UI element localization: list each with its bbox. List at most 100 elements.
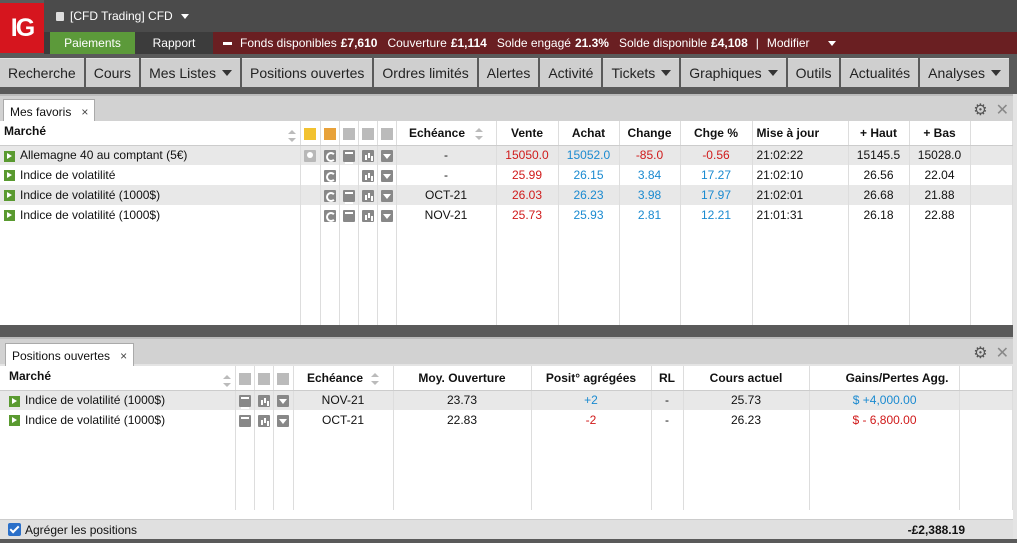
table-row[interactable]: Indice de volatilité (1000$) OCT-21 22.83-… xyxy=(0,410,1013,430)
dropdown-icon[interactable] xyxy=(380,169,393,182)
refresh-icon[interactable] xyxy=(323,209,336,222)
cell-news[interactable] xyxy=(235,390,255,410)
menu-item-0[interactable]: Recherche xyxy=(0,58,84,87)
cell-menu[interactable] xyxy=(377,185,397,205)
cell-bulb[interactable] xyxy=(300,205,321,225)
sort-icon[interactable] xyxy=(287,129,296,142)
menu-item-4[interactable]: Ordres limités xyxy=(374,58,477,87)
col-moy[interactable]: Moy. Ouverture xyxy=(393,366,532,391)
account-selector[interactable]: [CFD Trading] CFD xyxy=(56,9,189,23)
menu-item-3[interactable]: Positions ouvertes xyxy=(241,58,373,87)
cell-chart[interactable] xyxy=(254,410,274,430)
col-rl[interactable]: RL xyxy=(651,366,684,391)
cell-marche[interactable]: Indice de volatilité (1000$) xyxy=(0,410,236,430)
cell-marche[interactable]: Indice de volatilité (1000$) xyxy=(0,390,236,410)
refresh-icon[interactable] xyxy=(323,150,336,163)
menu-item-5[interactable]: Alertes xyxy=(478,58,539,87)
play-icon[interactable] xyxy=(4,210,15,222)
cell-menu[interactable] xyxy=(273,410,294,430)
cell-news[interactable] xyxy=(339,185,359,205)
menu-item-7[interactable]: Tickets xyxy=(603,58,680,87)
cell-chart[interactable] xyxy=(254,390,274,410)
col-haut[interactable]: + Haut xyxy=(848,121,910,146)
cell-achat[interactable]: 15052.0 xyxy=(558,145,620,165)
play-icon[interactable] xyxy=(4,190,15,202)
news-icon[interactable] xyxy=(342,150,355,165)
cell-news[interactable] xyxy=(339,145,359,165)
cell-chart[interactable] xyxy=(358,205,378,225)
cell-marche[interactable]: Indice de volatilité (1000$) xyxy=(0,185,301,205)
col-chart[interactable] xyxy=(358,121,378,146)
cell-vente[interactable]: 25.99 xyxy=(496,165,559,185)
cell-refresh[interactable] xyxy=(320,165,340,185)
chevron-down-icon[interactable] xyxy=(827,40,836,46)
menu-item-1[interactable]: Cours xyxy=(85,58,140,87)
dropdown-icon[interactable] xyxy=(380,189,393,202)
cell-bulb[interactable] xyxy=(300,145,321,165)
cell-chart[interactable] xyxy=(358,185,378,205)
refresh-icon[interactable] xyxy=(323,169,336,182)
col-bulb[interactable] xyxy=(300,121,321,146)
col-menu[interactable] xyxy=(377,121,397,146)
cell-news[interactable] xyxy=(235,410,255,430)
col-gains[interactable]: Gains/Pertes Agg. xyxy=(809,366,960,391)
sort-icon[interactable] xyxy=(222,374,231,387)
table-row[interactable]: Allemagne 40 au comptant (5€) -15050.0 150… xyxy=(0,145,1013,165)
cell-bulb[interactable] xyxy=(300,185,321,205)
cell-marche[interactable]: Indice de volatilité xyxy=(0,165,301,185)
dropdown-icon[interactable] xyxy=(277,414,289,427)
close-icon[interactable]: × xyxy=(120,349,127,363)
play-icon[interactable] xyxy=(9,415,20,427)
gear-icon[interactable]: ⚙ xyxy=(973,343,987,363)
close-panel-icon[interactable]: ✕ xyxy=(996,100,1009,120)
cell-marche[interactable]: Indice de volatilité (1000$) xyxy=(0,205,301,225)
chart-icon[interactable] xyxy=(361,209,374,222)
chart-icon[interactable] xyxy=(361,189,374,202)
chart-icon[interactable] xyxy=(257,414,270,427)
col-chge[interactable]: Chge % xyxy=(680,121,753,146)
col-bas[interactable]: + Bas xyxy=(909,121,971,146)
menu-item-10[interactable]: Actualités xyxy=(841,58,919,87)
dropdown-icon[interactable] xyxy=(380,150,393,163)
cell-refresh[interactable] xyxy=(320,185,340,205)
aggregate-checkbox[interactable] xyxy=(8,523,21,536)
cell-news[interactable] xyxy=(339,165,359,185)
col-achat[interactable]: Achat xyxy=(558,121,620,146)
menu-item-6[interactable]: Activité xyxy=(540,58,602,87)
news-icon[interactable] xyxy=(342,209,355,224)
dropdown-icon[interactable] xyxy=(380,209,393,222)
rapport-button[interactable]: Rapport xyxy=(135,32,213,54)
col-vente[interactable]: Vente xyxy=(496,121,559,146)
close-icon[interactable]: × xyxy=(81,105,88,119)
col-chart[interactable] xyxy=(254,366,274,391)
modifier-link[interactable]: Modifier xyxy=(767,36,810,50)
cell-menu[interactable] xyxy=(377,205,397,225)
cell-achat[interactable]: 26.15 xyxy=(558,165,620,185)
col-marche[interactable]: Marché xyxy=(0,121,301,146)
gear-icon[interactable]: ⚙ xyxy=(973,100,987,120)
menu-item-8[interactable]: Graphiques xyxy=(681,58,786,87)
close-panel-icon[interactable]: ✕ xyxy=(996,343,1009,363)
cell-menu[interactable] xyxy=(377,165,397,185)
menu-item-2[interactable]: Mes Listes xyxy=(141,58,240,87)
menu-item-11[interactable]: Analyses xyxy=(920,58,1009,87)
table-row[interactable]: Indice de volatilité (1000$) NOV-21 23.73 +… xyxy=(0,390,1013,410)
cell-achat[interactable]: 25.93 xyxy=(558,205,620,225)
paiements-button[interactable]: Paiements xyxy=(50,32,135,54)
news-icon[interactable] xyxy=(238,414,251,429)
cell-achat[interactable]: 26.23 xyxy=(558,185,620,205)
table-row[interactable]: Indice de volatilité -25.99 26.15 3.84 17.27… xyxy=(0,165,1013,185)
col-cours[interactable]: Cours actuel xyxy=(683,366,810,391)
chart-icon[interactable] xyxy=(361,169,374,182)
col-menu[interactable] xyxy=(273,366,294,391)
sort-icon[interactable] xyxy=(371,372,380,385)
table-row[interactable]: Indice de volatilité (1000$) NOV-21 25.73 2… xyxy=(0,205,1013,225)
sort-icon[interactable] xyxy=(475,127,484,140)
play-icon[interactable] xyxy=(4,150,15,162)
col-marche[interactable]: Marché xyxy=(0,366,236,391)
refresh-icon[interactable] xyxy=(323,189,336,202)
menu-item-9[interactable]: Outils xyxy=(787,58,840,87)
col-news[interactable] xyxy=(235,366,255,391)
col-posit[interactable]: Posit° agrégées xyxy=(531,366,652,391)
tab-positions-ouvertes[interactable]: Positions ouvertes × xyxy=(5,343,135,368)
